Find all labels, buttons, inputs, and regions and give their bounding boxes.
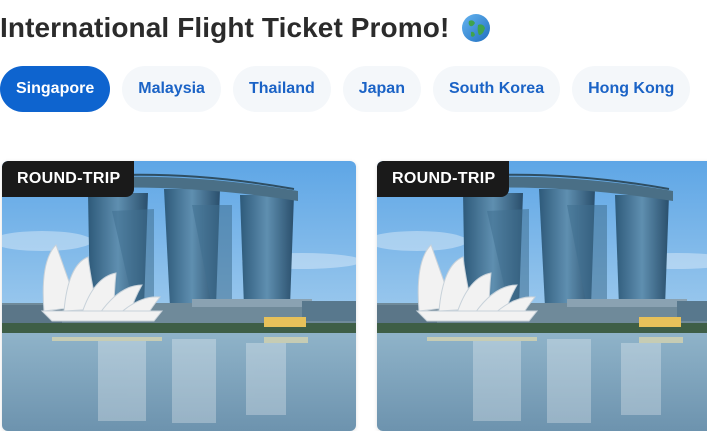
globe-icon bbox=[461, 13, 491, 43]
country-tabs: Singapore Malaysia Thailand Japan South … bbox=[0, 66, 691, 112]
promo-card[interactable]: ROUND-TRIP bbox=[377, 161, 707, 431]
round-trip-badge: ROUND-TRIP bbox=[2, 161, 135, 197]
singapore-marina-bay-photo bbox=[377, 161, 707, 431]
tab-hong-kong[interactable]: Hong Kong bbox=[572, 66, 691, 112]
singapore-marina-bay-photo bbox=[2, 161, 356, 431]
tab-singapore[interactable]: Singapore bbox=[0, 66, 111, 112]
tab-malaysia[interactable]: Malaysia bbox=[122, 66, 221, 112]
tab-south-korea[interactable]: South Korea bbox=[432, 66, 561, 112]
tab-thailand[interactable]: Thailand bbox=[232, 66, 331, 112]
tab-japan[interactable]: Japan bbox=[342, 66, 421, 112]
promo-card[interactable]: ROUND-TRIP bbox=[2, 161, 356, 431]
page-title: International Flight Ticket Promo! bbox=[0, 12, 450, 43]
page-header: International Flight Ticket Promo! bbox=[0, 8, 491, 48]
round-trip-badge: ROUND-TRIP bbox=[377, 161, 510, 197]
